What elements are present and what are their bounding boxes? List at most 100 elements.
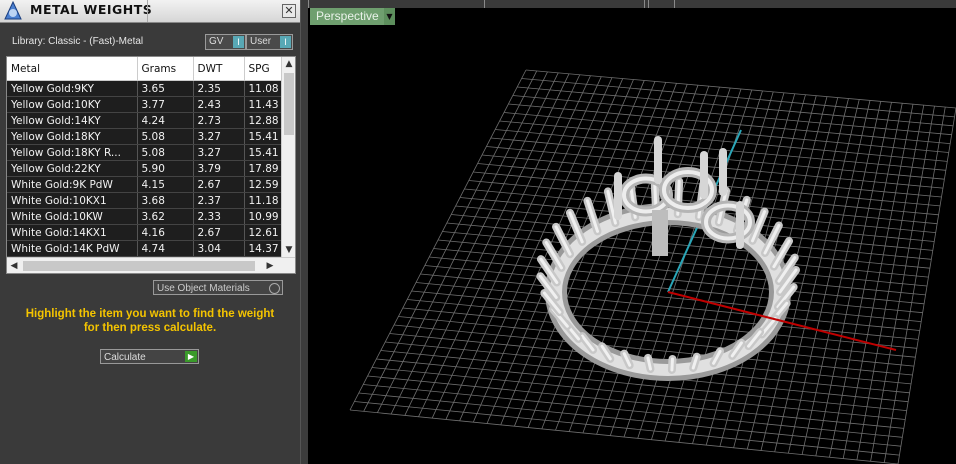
instruction-text: Highlight the item you want to find the … — [10, 307, 290, 335]
instruction-line: for then press calculate. — [83, 322, 217, 334]
cell-dwt: 3.04 — [193, 240, 245, 257]
cell-dwt: 2.67 — [193, 176, 245, 193]
table-row[interactable]: Yellow Gold:14KY 4.24 2.73 12.88 — [7, 112, 282, 129]
cell-spg: 10.99 — [244, 208, 282, 225]
cell-spg: 12.59 — [244, 176, 282, 193]
table-horizontal-scrollbar[interactable]: ◀ ▶ — [7, 257, 295, 273]
vertical-scroll-thumb[interactable] — [284, 73, 294, 135]
table-row[interactable]: Yellow Gold:9KY 3.65 2.35 11.08 — [7, 80, 282, 97]
horizontal-scroll-thumb[interactable] — [23, 261, 255, 271]
grid-line — [870, 106, 935, 462]
panel-title: METAL WEIGHTS — [30, 2, 153, 17]
grid-line — [829, 103, 903, 458]
column-header-dwt[interactable]: DWT — [193, 57, 245, 81]
grid-line — [842, 104, 914, 459]
scroll-right-icon[interactable]: ▶ — [263, 258, 277, 273]
cell-spg: 15.41 — [244, 144, 282, 161]
grid-line — [358, 392, 901, 447]
cell-grams: 3.77 — [137, 96, 194, 113]
cell-grams: 5.90 — [137, 160, 194, 177]
cell-dwt: 2.67 — [193, 224, 245, 241]
user-filter-select[interactable]: User I — [246, 34, 293, 50]
view-dropdown-icon[interactable]: ▼ — [384, 8, 395, 25]
tab-divider — [674, 0, 675, 8]
cell-spg: 11.08 — [244, 80, 282, 97]
cell-dwt: 2.73 — [193, 112, 245, 129]
dropdown-icon: I — [233, 36, 244, 48]
use-object-materials-option[interactable]: Use Object Materials — [153, 280, 283, 295]
dropdown-icon: I — [280, 36, 291, 48]
metal-weights-panel: METAL WEIGHTS ✕ Library: Classic - (Fast… — [0, 0, 300, 464]
tab-divider — [648, 0, 649, 8]
cell-grams: 3.68 — [137, 192, 194, 209]
scroll-left-icon[interactable]: ◀ — [7, 258, 21, 273]
cell-spg: 12.61 — [244, 224, 282, 241]
table-row[interactable]: Yellow Gold:22KY 5.90 3.79 17.89 — [7, 160, 282, 177]
cell-dwt: 3.79 — [193, 160, 245, 177]
radio-icon — [269, 283, 280, 294]
cell-grams: 5.08 — [137, 144, 194, 161]
cell-grams: 4.24 — [137, 112, 194, 129]
gv-filter-label: GV — [209, 36, 224, 47]
cell-dwt: 2.33 — [193, 208, 245, 225]
cell-spg: 11.18 — [244, 192, 282, 209]
scroll-down-icon[interactable]: ▼ — [282, 243, 295, 257]
cell-dwt: 3.27 — [193, 128, 245, 145]
panel-titlebar: METAL WEIGHTS ✕ — [0, 0, 300, 23]
view-name-label[interactable]: Perspective — [310, 8, 385, 25]
column-header-spg[interactable]: SPG — [244, 57, 282, 81]
grid-line — [354, 401, 900, 456]
cell-grams: 3.62 — [137, 208, 194, 225]
use-object-materials-label: Use Object Materials — [157, 283, 250, 294]
titlebar-divider — [147, 0, 148, 22]
center-post — [652, 210, 668, 256]
cell-spg: 11.43 — [244, 96, 282, 113]
scroll-up-icon[interactable]: ▲ — [282, 57, 295, 71]
cell-metal: Yellow Gold:10KY — [7, 96, 138, 113]
perspective-viewport[interactable]: Perspective ▼ — [308, 0, 956, 464]
ring-model[interactable] — [536, 136, 800, 381]
prong-highlight — [670, 357, 674, 372]
table-row[interactable]: White Gold:10KX1 3.68 2.37 11.18 — [7, 192, 282, 209]
cell-metal: White Gold:10KW — [7, 208, 138, 225]
table-row[interactable]: Yellow Gold:18KY R... 5.08 3.27 15.41 — [7, 144, 282, 161]
cell-dwt: 3.27 — [193, 144, 245, 161]
grid-line — [897, 107, 956, 464]
instruction-line: Highlight the item you want to find the … — [25, 308, 275, 320]
close-button[interactable]: ✕ — [282, 4, 296, 18]
cell-spg: 17.89 — [244, 160, 282, 177]
cell-grams: 4.16 — [137, 224, 194, 241]
cell-metal: Yellow Gold:14KY — [7, 112, 138, 129]
ground-grid — [349, 69, 956, 464]
3d-scene[interactable] — [308, 0, 956, 464]
cell-dwt: 2.35 — [193, 80, 245, 97]
cell-metal: White Gold:10KX1 — [7, 192, 138, 209]
cell-spg: 14.37 — [244, 240, 282, 257]
table-row[interactable]: White Gold:10KW 3.62 2.33 10.99 — [7, 208, 282, 225]
cell-grams: 3.65 — [137, 80, 194, 97]
column-header-grams[interactable]: Grams — [137, 57, 194, 81]
cell-spg: 12.88 — [244, 112, 282, 129]
user-filter-label: User — [250, 36, 272, 47]
table-vertical-scrollbar[interactable]: ▲ ▼ — [281, 57, 295, 257]
cell-metal: White Gold:9K PdW — [7, 176, 138, 193]
table-row[interactable]: White Gold:14KX1 4.16 2.67 12.61 — [7, 224, 282, 241]
gv-filter-select[interactable]: GV I — [205, 34, 246, 50]
table-row[interactable]: White Gold:9K PdW 4.15 2.67 12.59 — [7, 176, 282, 193]
tab-divider — [484, 0, 485, 8]
cell-metal: Yellow Gold:18KY R... — [7, 144, 138, 161]
table-row[interactable]: Yellow Gold:10KY 3.77 2.43 11.43 — [7, 96, 282, 113]
app-logo-icon — [4, 1, 22, 20]
metal-table: Metal Grams DWT SPG Yellow Gold:9KY 3.65 2… — [7, 57, 282, 257]
calculate-control[interactable]: Calculate ▶ — [100, 349, 199, 364]
table-row[interactable]: White Gold:14K PdW 4.74 3.04 14.37 — [7, 240, 282, 257]
cell-grams: 4.74 — [137, 240, 194, 257]
cell-dwt: 2.43 — [193, 96, 245, 113]
table-row[interactable]: Yellow Gold:18KY 5.08 3.27 15.41 — [7, 128, 282, 145]
table-header-row: Metal Grams DWT SPG — [7, 57, 282, 81]
cell-metal: White Gold:14KX1 — [7, 224, 138, 241]
grid-line — [363, 384, 903, 438]
column-header-metal[interactable]: Metal — [7, 57, 138, 81]
cell-dwt: 2.37 — [193, 192, 245, 209]
calculate-button[interactable]: ▶ — [185, 351, 197, 362]
